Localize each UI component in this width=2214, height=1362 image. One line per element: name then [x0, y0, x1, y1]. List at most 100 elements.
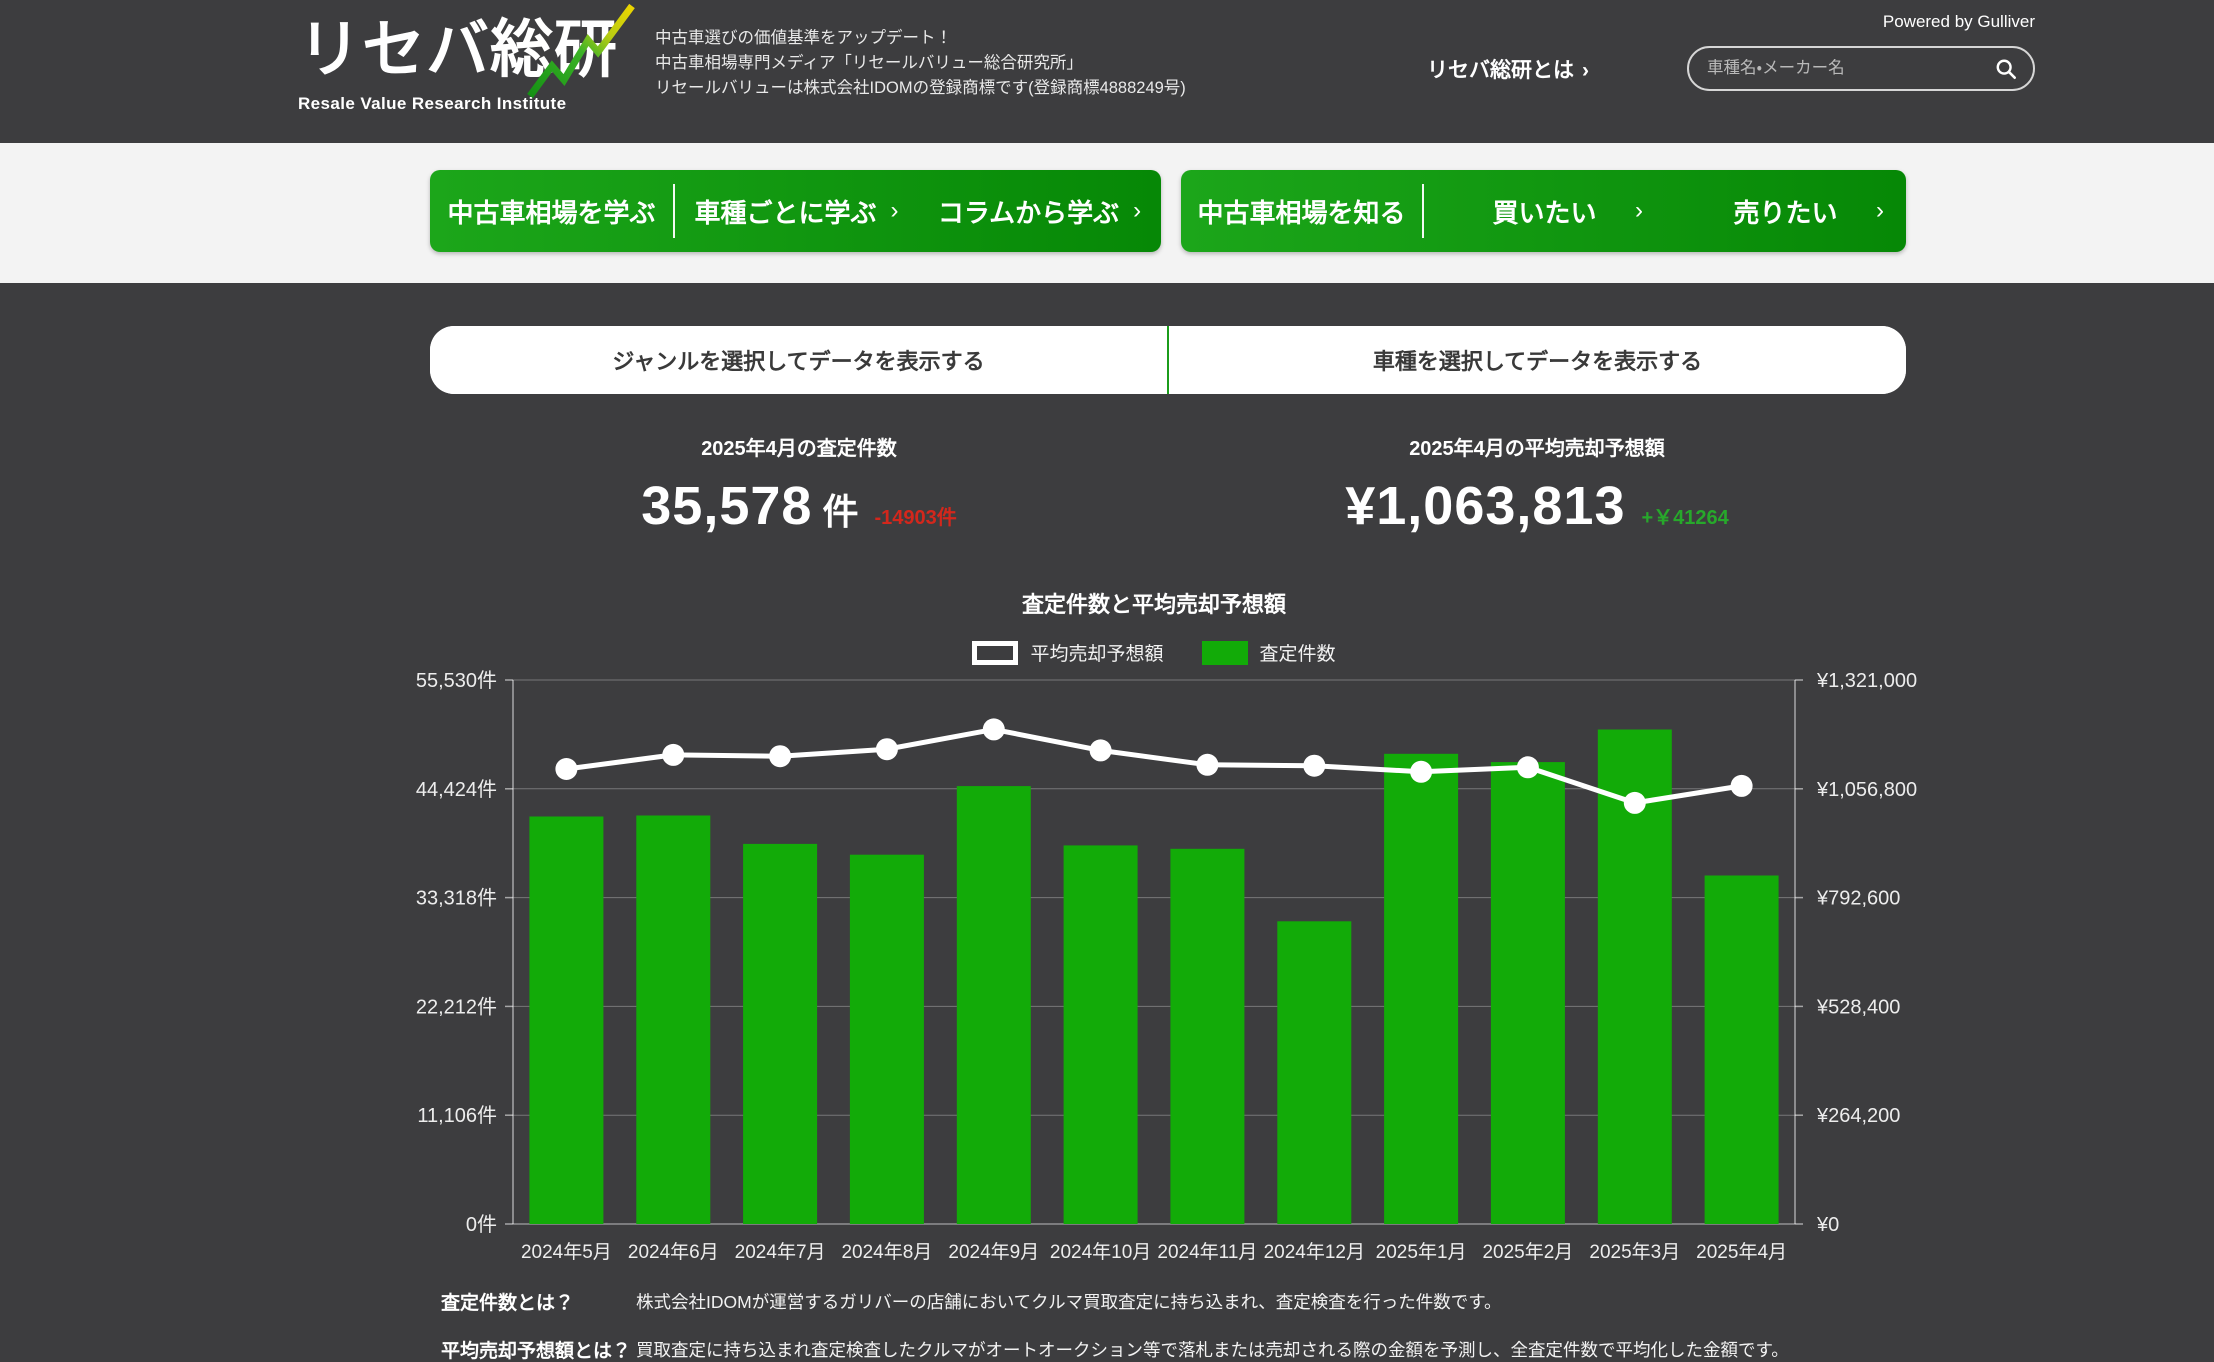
nav-item-know-market[interactable]: 中古車相場を知る: [1181, 170, 1422, 252]
stat-average-price: 2025年4月の平均売却予想額 ¥1,063,813 +￥41264: [1168, 432, 1906, 537]
x-axis-label: 2024年5月: [521, 1241, 612, 1263]
definitions: 査定件数とは？ 株式会社IDOMが運営するガリバーの店舗においてクルマ買取査定に…: [441, 1288, 1917, 1362]
stat-value: 35,578: [641, 475, 812, 537]
line-marker: [1517, 756, 1539, 778]
search-icon[interactable]: [1995, 58, 2017, 80]
site-tagline: 中古車選びの価値基準をアップデート！ 中古車相場専門メディア「リセールバリュー総…: [655, 26, 1186, 101]
x-axis-label: 2025年4月: [1696, 1241, 1787, 1263]
chevron-right-icon: ›: [1582, 59, 1589, 82]
definition-description: 買取査定に持ち込まれ査定検査したクルマがオートオークション等で落札または売却され…: [636, 1336, 1789, 1362]
chevron-right-icon: ›: [1635, 197, 1643, 225]
x-axis-label: 2024年12月: [1264, 1241, 1365, 1263]
legend-line-label: 平均売却予想額: [1030, 639, 1163, 666]
line-marker: [1196, 754, 1218, 776]
stat-change-positive: +￥41264: [1641, 501, 1728, 530]
definition-line: 買取査定に持ち込まれ査定検査したクルマがオートオークション等で落札または売却され…: [636, 1336, 1789, 1362]
tab-label: ジャンルを選択してデータを表示する: [612, 344, 984, 376]
chevron-right-icon: ›: [1133, 197, 1141, 225]
x-axis-label: 2024年7月: [735, 1241, 826, 1263]
bar: [1705, 876, 1779, 1225]
legend-bar-label: 査定件数: [1260, 639, 1336, 666]
bar: [1064, 845, 1138, 1224]
nav-group-know: 中古車相場を知る 買いたい › 売りたい ›: [1181, 170, 1906, 252]
bar: [1491, 762, 1565, 1224]
x-axis-label: 2024年8月: [841, 1241, 932, 1263]
right-axis-label: ¥1,056,800: [1816, 779, 1917, 801]
line-marker: [983, 718, 1005, 740]
legend-bar-swatch: [1202, 641, 1248, 665]
x-axis-label: 2024年6月: [628, 1241, 719, 1263]
bar: [850, 855, 924, 1224]
tab-label: 車種を選択してデータを表示する: [1373, 344, 1702, 376]
line-series: [566, 729, 1741, 803]
stat-change-negative: -14903件: [874, 501, 956, 530]
tab-select-genre[interactable]: ジャンルを選択してデータを表示する: [430, 326, 1167, 394]
main-nav: 中古車相場を学ぶ 車種ごとに学ぶ › コラムから学ぶ › 中古車相場を知る 買い…: [0, 143, 2214, 283]
about-link[interactable]: リセバ総研とは ›: [1427, 54, 1589, 84]
nav-item-sell[interactable]: 売りたい ›: [1665, 170, 1906, 252]
right-axis-label: ¥528,400: [1816, 996, 1900, 1018]
nav-item-label: コラムから学ぶ: [938, 193, 1119, 230]
line-marker: [769, 745, 791, 767]
tab-select-model[interactable]: 車種を選択してデータを表示する: [1169, 326, 1906, 394]
logo-subtitle: Resale Value Research Institute: [298, 94, 628, 114]
nav-item-learn-market[interactable]: 中古車相場を学ぶ: [430, 170, 673, 252]
definition-line: 株式会社IDOMが運営するガリバーの店舗においてクルマ買取査定に持ち込まれ、査定…: [636, 1288, 1502, 1316]
x-axis-label: 2025年2月: [1482, 1241, 1573, 1263]
line-marker: [1303, 755, 1325, 777]
x-axis-label: 2024年11月: [1157, 1241, 1257, 1263]
nav-item-label: 買いたい: [1492, 193, 1596, 230]
legend-line-swatch: [972, 641, 1018, 665]
bar: [957, 786, 1031, 1224]
nav-item-learn-from-column[interactable]: コラムから学ぶ ›: [918, 170, 1161, 252]
chevron-right-icon: ›: [891, 197, 899, 225]
tagline-line-3: リセールバリューは株式会社IDOMの登録商標です(登録商標4888249号): [655, 76, 1186, 101]
tagline-line-1: 中古車選びの価値基準をアップデート！: [655, 26, 1186, 51]
bar: [1384, 754, 1458, 1224]
line-marker: [1624, 792, 1646, 814]
left-axis-label: 11,106件: [417, 1104, 497, 1127]
left-axis-label: 33,318件: [416, 887, 497, 910]
x-axis-label: 2024年9月: [948, 1241, 1039, 1263]
definition-description: 株式会社IDOMが運営するガリバーの店舗においてクルマ買取査定に持ち込まれ、査定…: [636, 1288, 1502, 1316]
nav-item-label: 車種ごとに学ぶ: [694, 193, 876, 230]
logo-title: リセバ総研: [298, 10, 628, 92]
about-link-label: リセバ総研とは: [1427, 59, 1574, 82]
nav-item-label: 中古車相場を学ぶ: [447, 193, 655, 230]
left-axis-label: 0件: [466, 1213, 497, 1236]
left-axis-label: 55,530件: [416, 669, 497, 692]
nav-group-learn: 中古車相場を学ぶ 車種ごとに学ぶ › コラムから学ぶ ›: [430, 170, 1161, 252]
x-axis-label: 2024年10月: [1050, 1241, 1151, 1263]
stat-value: ¥1,063,813: [1345, 475, 1625, 537]
nav-item-buy[interactable]: 買いたい ›: [1424, 170, 1665, 252]
x-axis-label: 2025年1月: [1376, 1241, 1467, 1263]
data-mode-tabs: ジャンルを選択してデータを表示する 車種を選択してデータを表示する: [430, 326, 1906, 394]
bar: [529, 817, 603, 1225]
line-marker: [662, 744, 684, 766]
nav-item-learn-by-model[interactable]: 車種ごとに学ぶ ›: [675, 170, 918, 252]
definition-term: 査定件数とは？: [441, 1288, 636, 1316]
right-axis-label: ¥264,200: [1816, 1105, 1900, 1127]
main-content: ジャンルを選択してデータを表示する 車種を選択してデータを表示する 2025年4…: [430, 326, 1990, 1362]
left-axis-label: 44,424件: [416, 778, 497, 801]
definition-average-price: 平均売却予想額とは？ 買取査定に持ち込まれ査定検査したクルマがオートオークション…: [441, 1336, 1917, 1362]
search-box[interactable]: [1687, 46, 2035, 91]
bar: [636, 816, 710, 1225]
stat-assessment-count: 2025年4月の査定件数 35,578 件 -14903件: [430, 432, 1168, 537]
search-input[interactable]: [1707, 59, 1995, 78]
line-marker: [555, 758, 577, 780]
line-marker: [876, 738, 898, 760]
stat-label: 2025年4月の平均売却予想額: [1168, 432, 1906, 461]
logo-title-text: リセバ総研: [298, 15, 618, 85]
right-axis-label: ¥792,600: [1816, 888, 1900, 910]
logo[interactable]: リセバ総研 Resale Value Research Institute: [298, 10, 628, 114]
stat-unit: 件: [822, 483, 858, 535]
chart-title: 査定件数と平均売却予想額: [513, 587, 1795, 619]
x-axis-label: 2025年3月: [1589, 1241, 1680, 1263]
right-axis-label: ¥0: [1816, 1214, 1839, 1236]
bar: [1277, 921, 1351, 1224]
stat-label: 2025年4月の査定件数: [430, 432, 1168, 461]
definition-assessment-count: 査定件数とは？ 株式会社IDOMが運営するガリバーの店舗においてクルマ買取査定に…: [441, 1288, 1917, 1316]
line-marker: [1410, 761, 1432, 783]
bar: [743, 844, 817, 1224]
